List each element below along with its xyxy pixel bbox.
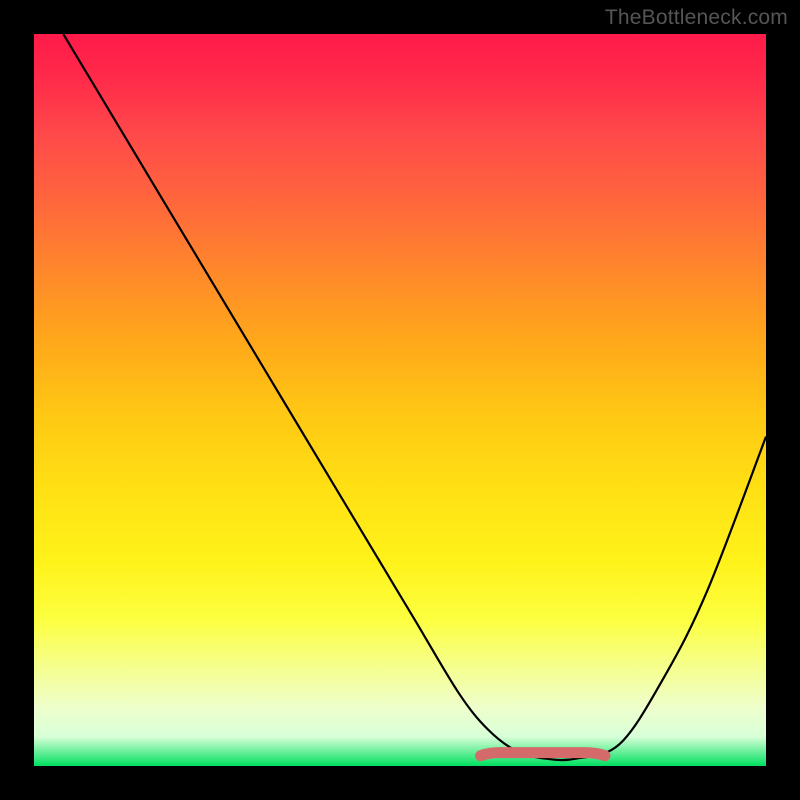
chart-frame: [34, 34, 766, 766]
bottleneck-curve-line: [63, 34, 766, 760]
chart-svg: [34, 34, 766, 766]
watermark-text: TheBottleneck.com: [605, 6, 788, 30]
optimal-range-highlight: [481, 753, 605, 756]
